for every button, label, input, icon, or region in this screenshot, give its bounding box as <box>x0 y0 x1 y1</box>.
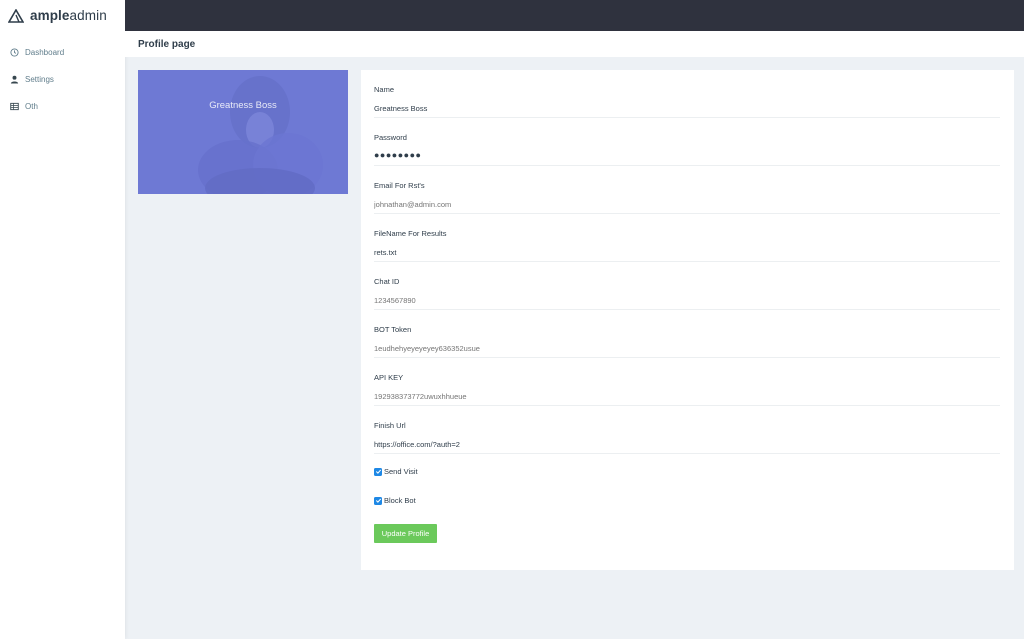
name-label: Name <box>374 85 395 94</box>
sidebar-item-dashboard[interactable]: Dashboard <box>0 39 125 66</box>
api-key-label: API KEY <box>374 373 404 382</box>
field-finish-url: Finish Url <box>374 406 1000 454</box>
sidebar-item-label: Dashboard <box>25 48 65 57</box>
checkmark-icon <box>375 498 381 503</box>
page-title: Profile page <box>138 38 196 50</box>
field-name: Name <box>374 70 1000 118</box>
block-bot-label: Block Bot <box>384 496 416 505</box>
bot-token-label: BOT Token <box>374 325 412 334</box>
profile-background-image <box>138 70 348 194</box>
send-visit-label: Send Visit <box>384 467 418 476</box>
sidebar-item-settings[interactable]: Settings <box>0 66 125 93</box>
clock-icon <box>10 48 19 57</box>
update-profile-button[interactable]: Update Profile <box>374 524 437 543</box>
field-bot-token: BOT Token <box>374 310 1000 358</box>
email-input[interactable] <box>374 200 1000 209</box>
sidebar-item-label: Oth <box>25 102 38 111</box>
user-icon <box>10 75 19 84</box>
brand-name: ampleadmin <box>30 8 107 23</box>
brand-logo[interactable]: ampleadmin <box>0 0 125 31</box>
page-header: Profile page <box>125 31 1024 57</box>
block-bot-checkbox[interactable] <box>374 496 382 505</box>
finish-url-label: Finish Url <box>374 421 406 430</box>
topbar <box>125 0 1024 31</box>
brand-name-light: admin <box>69 8 107 23</box>
field-email: Email For Rst's <box>374 166 1000 214</box>
name-input[interactable] <box>374 104 1000 113</box>
block-bot-row: Block Bot <box>374 496 416 505</box>
sidebar-item-oth[interactable]: Oth <box>0 93 125 120</box>
profile-form: Name Password ●●●●●●●● Email For Rst's F… <box>361 70 1014 570</box>
sidebar: ampleadmin Dashboard Settings Oth <box>0 0 125 639</box>
email-label: Email For Rst's <box>374 181 425 190</box>
checkmark-icon <box>375 469 381 474</box>
sidebar-item-label: Settings <box>25 75 54 84</box>
field-chat-id: Chat ID <box>374 262 1000 310</box>
send-visit-checkbox[interactable] <box>374 467 382 476</box>
chat-id-input[interactable] <box>374 296 1000 305</box>
table-icon <box>10 102 19 111</box>
password-label: Password <box>374 133 407 142</box>
profile-name: Greatness Boss <box>209 100 277 111</box>
bot-token-input[interactable] <box>374 344 1000 353</box>
send-visit-row: Send Visit <box>374 467 418 476</box>
field-filename: FileName For Results <box>374 214 1000 262</box>
password-input[interactable]: ●●●●●●●● <box>374 150 1000 160</box>
logo-icon <box>8 8 24 23</box>
field-password: Password ●●●●●●●● <box>374 118 1000 166</box>
brand-name-bold: ample <box>30 8 70 23</box>
sidebar-nav: Dashboard Settings Oth <box>0 39 125 120</box>
filename-label: FileName For Results <box>374 229 447 238</box>
filename-input[interactable] <box>374 248 1000 257</box>
field-api-key: API KEY <box>374 358 1000 406</box>
api-key-input[interactable] <box>374 392 1000 401</box>
finish-url-input[interactable] <box>374 440 1000 449</box>
chat-id-label: Chat ID <box>374 277 400 286</box>
profile-card: Greatness Boss <box>138 70 348 194</box>
